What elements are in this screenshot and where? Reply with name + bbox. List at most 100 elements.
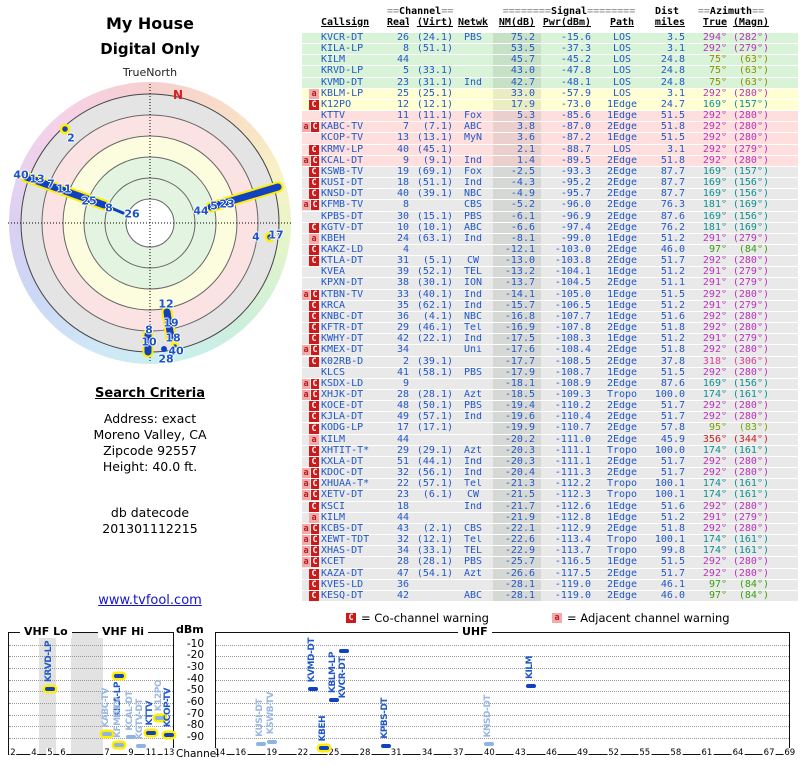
channel-tick-label: 5 <box>46 748 54 758</box>
channel-tick-label: 58 <box>669 748 683 758</box>
virtual-channel: (7.1) <box>422 122 453 133</box>
signal-charts-section: C = Co-channel warning a = Adjacent chan… <box>0 608 800 768</box>
table-row: KRVD-LP 5 (33.1) 43.0 -47.8 LOS 24.8 75° (63°) <box>302 66 798 78</box>
path: 2Edge <box>606 155 638 166</box>
true-azimuth: 97° <box>708 244 727 255</box>
magnetic-azimuth: (280°) <box>732 523 769 534</box>
true-azimuth: 169° <box>702 99 727 110</box>
table-row: KTTV 11 (11.1) Fox 5.3 -85.6 1Edge 51.5 292° (280… <box>302 111 798 123</box>
noise-margin: -26.6 <box>493 568 541 579</box>
channel-tick-label: 31 <box>389 748 403 758</box>
magnetic-azimuth: (280°) <box>732 401 769 412</box>
noise-margin: 42.7 <box>493 77 541 88</box>
table-row: C KGTV-DT 10 (10.1) ABC -6.6 -97.4 2Edge 76.2 181… <box>302 222 798 234</box>
col-netwk: Netwk <box>457 17 489 28</box>
true-azimuth: 291° <box>702 267 727 278</box>
noise-margin: -28.1 <box>493 579 541 590</box>
noise-margin: -15.7 <box>493 300 541 311</box>
true-azimuth: 292° <box>702 155 727 166</box>
real-channel: 12 <box>396 99 409 110</box>
callsign: KCOP-TV <box>321 133 364 144</box>
magnetic-azimuth: (156°) <box>732 189 769 200</box>
callsign: KMEX-DT <box>321 345 364 356</box>
network: Ind <box>463 178 483 189</box>
co-channel-warning-badge: C <box>309 311 319 322</box>
noise-margin: -17.7 <box>493 356 541 367</box>
warning-badges: C <box>302 300 319 311</box>
real-channel: 2 <box>402 356 409 367</box>
noise-margin: -16.9 <box>493 323 541 334</box>
warning-badges: C <box>302 501 319 512</box>
network: Uni <box>463 345 483 356</box>
virtual-channel: (57.1) <box>416 412 453 423</box>
callsign: KTLA-DT <box>321 256 364 267</box>
true-azimuth: 169° <box>702 378 727 389</box>
true-azimuth: 75° <box>708 55 727 66</box>
true-azimuth: 292° <box>702 557 727 568</box>
table-row: a C KABC-TV 7 (7.1) ABC 3.8 -87.0 2Edge 51.8 292° (… <box>302 122 798 134</box>
co-channel-warning-badge: C <box>309 178 319 189</box>
true-azimuth: 292° <box>702 289 727 300</box>
co-channel-warning-badge: C <box>309 245 319 256</box>
real-channel: 34 <box>396 546 409 557</box>
distance-miles: 51.7 <box>660 256 685 267</box>
network: Ind <box>463 77 483 88</box>
callsign: KSWB-TV <box>321 166 364 177</box>
network: Fox <box>463 166 483 177</box>
co-channel-warning-badge: C <box>311 557 319 568</box>
noise-margin: -21.9 <box>493 512 541 523</box>
distance-miles: 51.5 <box>660 133 685 144</box>
true-azimuth: 174° <box>702 445 727 456</box>
network: Tel <box>463 323 483 334</box>
callsign: KRCA <box>321 300 346 311</box>
channel-tick-label: 19 <box>265 748 279 758</box>
callsign: KBEH <box>321 233 346 244</box>
true-azimuth: 292° <box>702 144 727 155</box>
channel-tick-label: 13 <box>162 748 176 758</box>
table-row: KLCS 41 (58.1) PBS -17.9 -108.7 1Edge 51.5 292° (… <box>302 367 798 379</box>
noise-margin: 45.7 <box>493 55 541 66</box>
table-row: C KNBC-DT 36 (4.1) NBC -16.8 -107.7 1Edge 51.6 29… <box>302 311 798 324</box>
table-row: a KBLM-LP 25 (25.1) 33.0 -57.9 LOS 3.1 292° (280°… <box>302 88 798 100</box>
path: 2Edge <box>606 568 638 579</box>
callsign: KCAL-DT <box>321 155 364 166</box>
radar-channel-label: 8 <box>105 201 113 215</box>
power-dbm: -73.0 <box>560 99 591 110</box>
callsign: KFTR-DT <box>321 323 364 334</box>
path: LOS <box>612 88 632 99</box>
path: 1Edge <box>606 233 638 244</box>
tvfool-website-link[interactable]: www.tvfool.com <box>98 593 202 608</box>
noise-margin: -17.5 <box>493 334 541 345</box>
distance-miles: 51.6 <box>660 501 685 512</box>
virtual-channel: (24.1) <box>416 33 453 43</box>
warning-badges: aC <box>302 200 319 211</box>
magnetic-azimuth: (156°) <box>732 178 769 189</box>
power-dbm: -45.2 <box>560 55 591 66</box>
callsign: XEWT-TDT <box>321 535 370 546</box>
power-dbm: -111.3 <box>554 468 591 479</box>
network: PBS <box>463 211 483 222</box>
magnetic-azimuth: (306°) <box>732 356 769 367</box>
signal-bar-label: KBEH <box>317 715 328 742</box>
real-channel: 28 <box>396 390 409 400</box>
virtual-channel: (39.1) <box>416 356 453 367</box>
table-row: KILA-LP 8 (51.1) 53.5 -37.3 LOS 3.1 292° (279°) <box>302 44 798 56</box>
compass-north-label: N <box>172 88 184 102</box>
virtual-channel: (54.1) <box>416 568 453 579</box>
co-channel-legend: C = Co-channel warning <box>346 611 489 625</box>
report-title: My House <box>105 14 195 33</box>
noise-margin: 43.0 <box>493 66 541 77</box>
channel-tick-label: 46 <box>545 748 558 758</box>
power-dbm: -110.2 <box>554 401 591 412</box>
virtual-channel: (6.1) <box>422 490 453 501</box>
signal-bar-label: KVMD-DT <box>307 637 318 683</box>
callsign: KPXN-DT <box>321 278 364 289</box>
network <box>453 513 493 523</box>
radar-channel-label: 28 <box>158 352 174 366</box>
dist-group-header: Dist <box>654 6 680 17</box>
power-dbm: -97.4 <box>560 222 591 233</box>
radar-channel-label: 18 <box>165 331 181 345</box>
real-channel: 4 <box>402 244 409 255</box>
noise-margin: -19.4 <box>493 401 541 412</box>
virtual-channel: (9.1) <box>422 155 453 166</box>
